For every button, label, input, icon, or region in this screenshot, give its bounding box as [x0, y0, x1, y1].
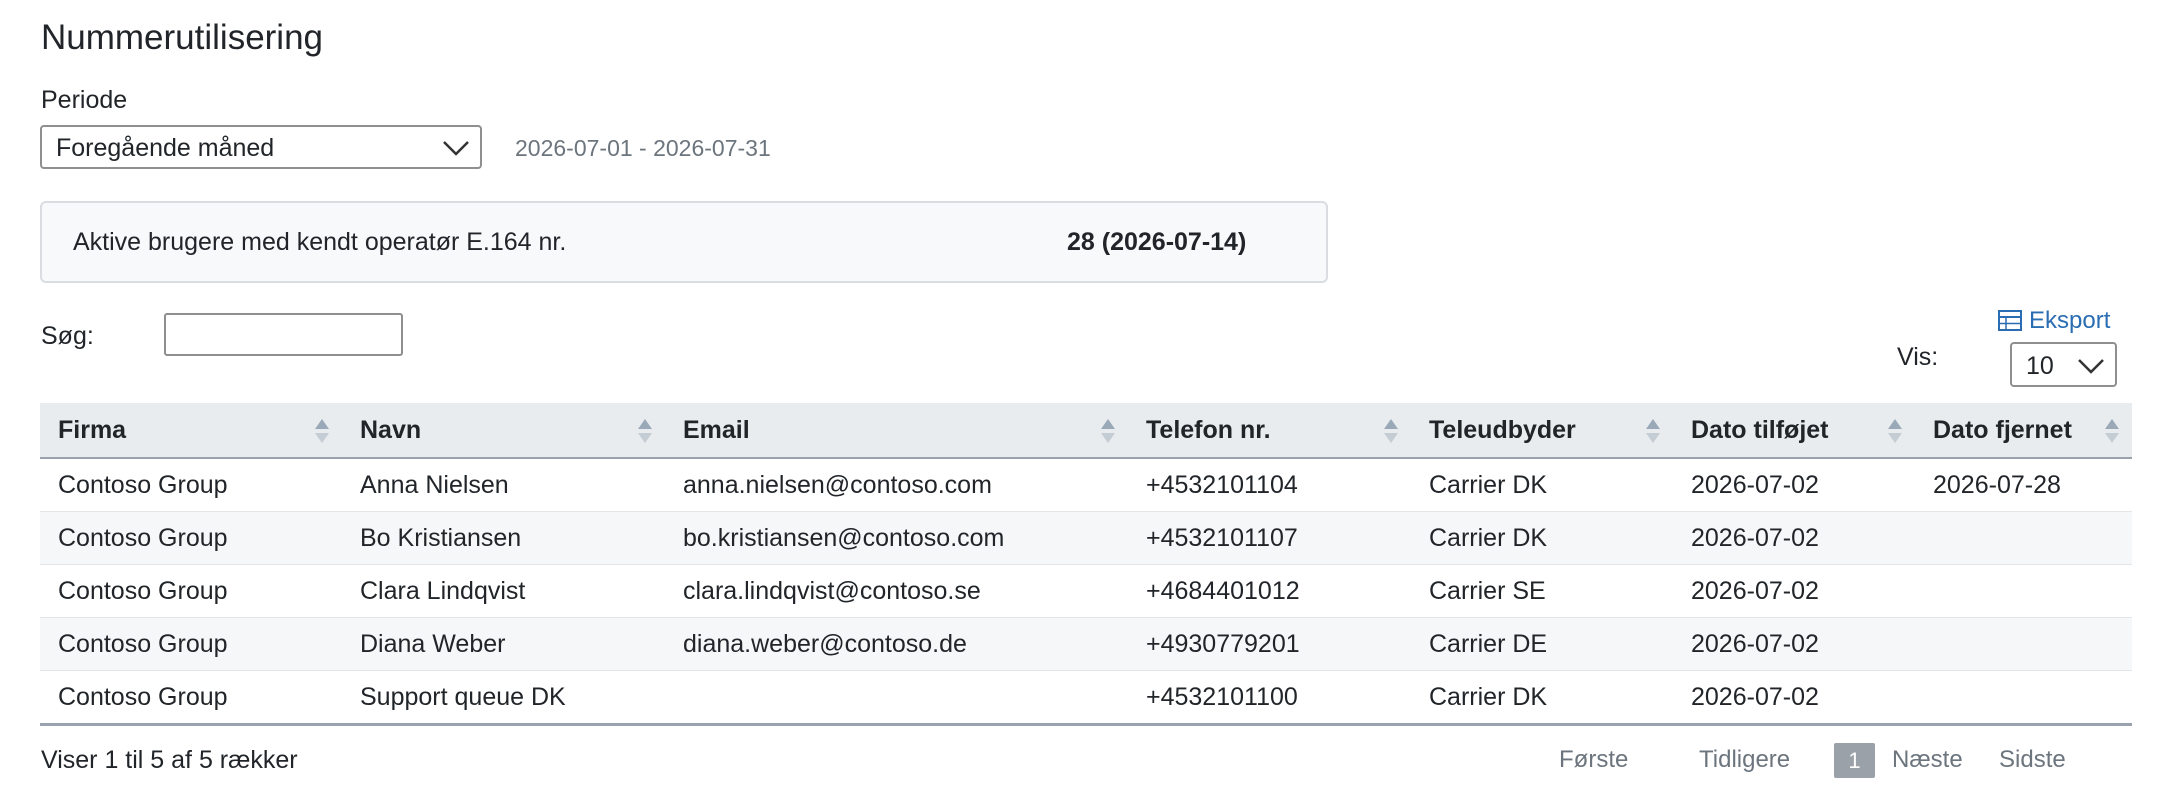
column-header-firma[interactable]: Firma: [40, 403, 342, 459]
table-row: Contoso Group Diana Weber diana.weber@co…: [40, 617, 2132, 671]
cell-telefon: +4684401012: [1128, 564, 1411, 618]
pager-first[interactable]: Første: [1559, 746, 1628, 774]
cell-dato-tilfoejet: 2026-07-02: [1673, 617, 1915, 671]
cell-dato-fjernet: 2026-07-28: [1915, 458, 2132, 512]
pager-current-page[interactable]: 1: [1834, 743, 1875, 778]
cell-dato-fjernet: [1915, 511, 2132, 565]
cell-navn: Support queue DK: [342, 670, 665, 726]
cell-dato-fjernet: [1915, 670, 2132, 726]
cell-dato-fjernet: [1915, 617, 2132, 671]
cell-email: clara.lindqvist@contoso.se: [665, 564, 1128, 618]
cell-telefon: +4930779201: [1128, 617, 1411, 671]
cell-firma: Contoso Group: [40, 458, 342, 512]
summary-value: 28 (2026-07-14): [1067, 228, 1247, 256]
cell-teleudbyder: Carrier DE: [1411, 617, 1673, 671]
cell-dato-fjernet: [1915, 564, 2132, 618]
search-input[interactable]: [164, 313, 403, 356]
cell-dato-tilfoejet: 2026-07-02: [1673, 564, 1915, 618]
pager-last[interactable]: Sidste: [1999, 746, 2066, 774]
cell-firma: Contoso Group: [40, 511, 342, 565]
cell-dato-tilfoejet: 2026-07-02: [1673, 458, 1915, 512]
cell-teleudbyder: Carrier DK: [1411, 511, 1673, 565]
pager-previous[interactable]: Tidligere: [1699, 746, 1790, 774]
chevron-down-icon: [443, 141, 469, 156]
cell-navn: Anna Nielsen: [342, 458, 665, 512]
cell-dato-tilfoejet: 2026-07-02: [1673, 511, 1915, 565]
table-row: Contoso Group Clara Lindqvist clara.lind…: [40, 564, 2132, 618]
table-header-row: Firma Navn Email Telefon nr. Teleudbyder…: [40, 403, 2132, 459]
numbers-table: Firma Navn Email Telefon nr. Teleudbyder…: [40, 403, 2132, 726]
cell-navn: Diana Weber: [342, 617, 665, 671]
search-label: Søg:: [41, 322, 94, 350]
table-row: Contoso Group Support queue DK +45321011…: [40, 670, 2132, 726]
sort-icon: [1101, 419, 1115, 443]
cell-navn: Bo Kristiansen: [342, 511, 665, 565]
summary-box: Aktive brugere med kendt operatør E.164 …: [40, 201, 1328, 283]
column-header-teleudbyder[interactable]: Teleudbyder: [1411, 403, 1673, 459]
period-label: Periode: [41, 86, 128, 114]
cell-firma: Contoso Group: [40, 670, 342, 726]
page-size-value: 10: [2026, 352, 2054, 380]
table-icon: [1998, 310, 2022, 331]
cell-email: bo.kristiansen@contoso.com: [665, 511, 1128, 565]
cell-email: [665, 670, 1128, 726]
chevron-down-icon: [2078, 359, 2104, 374]
export-link[interactable]: Eksport: [1998, 307, 2110, 335]
summary-label: Aktive brugere med kendt operatør E.164 …: [73, 228, 567, 256]
cell-firma: Contoso Group: [40, 564, 342, 618]
column-header-navn[interactable]: Navn: [342, 403, 665, 459]
sort-icon: [1384, 419, 1398, 443]
page-size-label: Vis:: [1897, 343, 1939, 371]
page: Nummerutilisering Periode Foregående mån…: [0, 0, 2160, 808]
period-select-value: Foregående måned: [56, 134, 275, 162]
cell-navn: Clara Lindqvist: [342, 564, 665, 618]
period-date-range: 2026-07-01 - 2026-07-31: [515, 135, 771, 161]
sort-icon: [1646, 419, 1660, 443]
cell-telefon: +4532101100: [1128, 670, 1411, 726]
column-header-email[interactable]: Email: [665, 403, 1128, 459]
page-size-select[interactable]: 10: [2010, 342, 2117, 387]
cell-telefon: +4532101104: [1128, 458, 1411, 512]
cell-dato-tilfoejet: 2026-07-02: [1673, 670, 1915, 726]
table-row: Contoso Group Anna Nielsen anna.nielsen@…: [40, 458, 2132, 512]
column-header-telefon[interactable]: Telefon nr.: [1128, 403, 1411, 459]
cell-teleudbyder: Carrier DK: [1411, 670, 1673, 726]
column-header-dato-fjernet[interactable]: Dato fjernet: [1915, 403, 2132, 459]
export-label: Eksport: [2029, 307, 2111, 334]
sort-icon: [638, 419, 652, 443]
table-row: Contoso Group Bo Kristiansen bo.kristian…: [40, 511, 2132, 565]
cell-firma: Contoso Group: [40, 617, 342, 671]
cell-teleudbyder: Carrier DK: [1411, 458, 1673, 512]
cell-email: diana.weber@contoso.de: [665, 617, 1128, 671]
period-select[interactable]: Foregående måned: [40, 125, 482, 169]
column-header-dato-tilfoejet[interactable]: Dato tilføjet: [1673, 403, 1915, 459]
sort-icon: [315, 419, 329, 443]
cell-telefon: +4532101107: [1128, 511, 1411, 565]
pager-next[interactable]: Næste: [1892, 746, 1963, 774]
sort-icon: [2105, 419, 2119, 443]
page-title: Nummerutilisering: [41, 18, 324, 57]
table-info: Viser 1 til 5 af 5 rækker: [41, 746, 298, 774]
cell-teleudbyder: Carrier SE: [1411, 564, 1673, 618]
sort-icon: [1888, 419, 1902, 443]
cell-email: anna.nielsen@contoso.com: [665, 458, 1128, 512]
